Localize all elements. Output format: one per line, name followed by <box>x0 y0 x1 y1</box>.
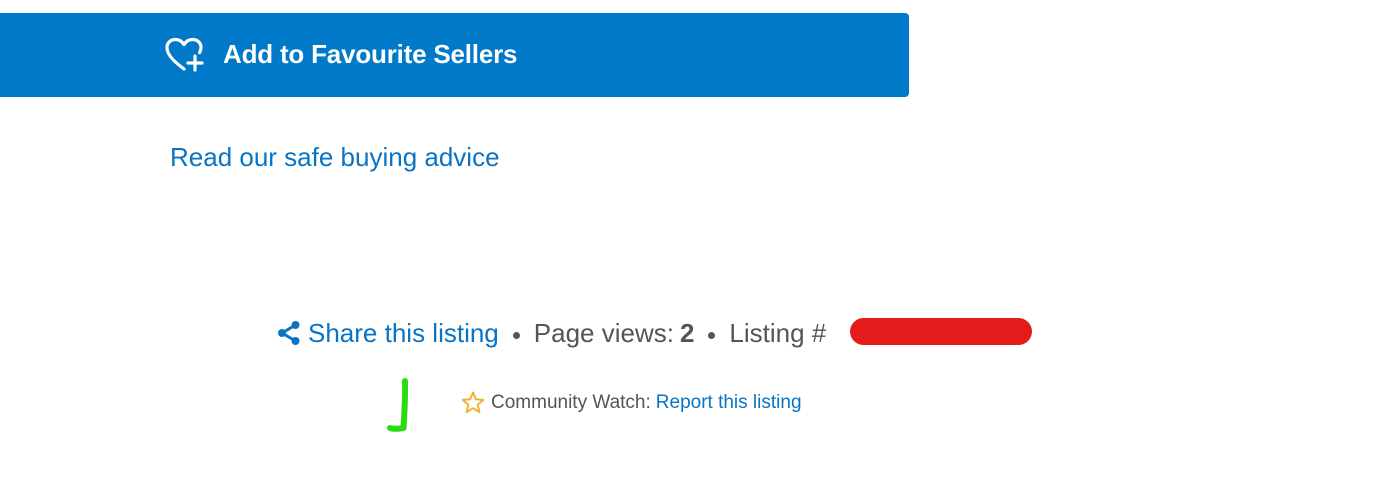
report-listing-link[interactable]: Report this listing <box>656 392 802 414</box>
community-watch-row: Community Watch: Report this listing <box>460 390 802 416</box>
page-views-label: Page views: <box>533 317 674 348</box>
listing-footer-page: Add to Favourite Sellers Read our safe b… <box>0 0 1373 482</box>
listing-number-label: Listing # <box>729 317 827 348</box>
green-annotation-mark <box>387 378 409 432</box>
page-views-count: 2 <box>679 317 695 348</box>
separator-dot <box>512 331 520 339</box>
add-to-favourite-sellers-button[interactable]: Add to Favourite Sellers <box>0 13 909 97</box>
add-to-favourite-sellers-label: Add to Favourite Sellers <box>223 39 518 69</box>
heart-plus-icon <box>165 37 204 72</box>
safe-buying-advice-link[interactable]: Read our safe buying advice <box>170 140 500 174</box>
share-icon[interactable] <box>276 320 302 346</box>
star-outline-icon <box>461 391 485 414</box>
listing-number-redaction <box>850 318 1032 345</box>
share-this-listing-link[interactable]: Share this listing <box>308 318 499 349</box>
separator-dot <box>708 331 716 339</box>
listing-meta-row: Share this listing Page views: 2 Listing… <box>276 316 826 350</box>
community-watch-label: Community Watch: <box>491 392 651 413</box>
